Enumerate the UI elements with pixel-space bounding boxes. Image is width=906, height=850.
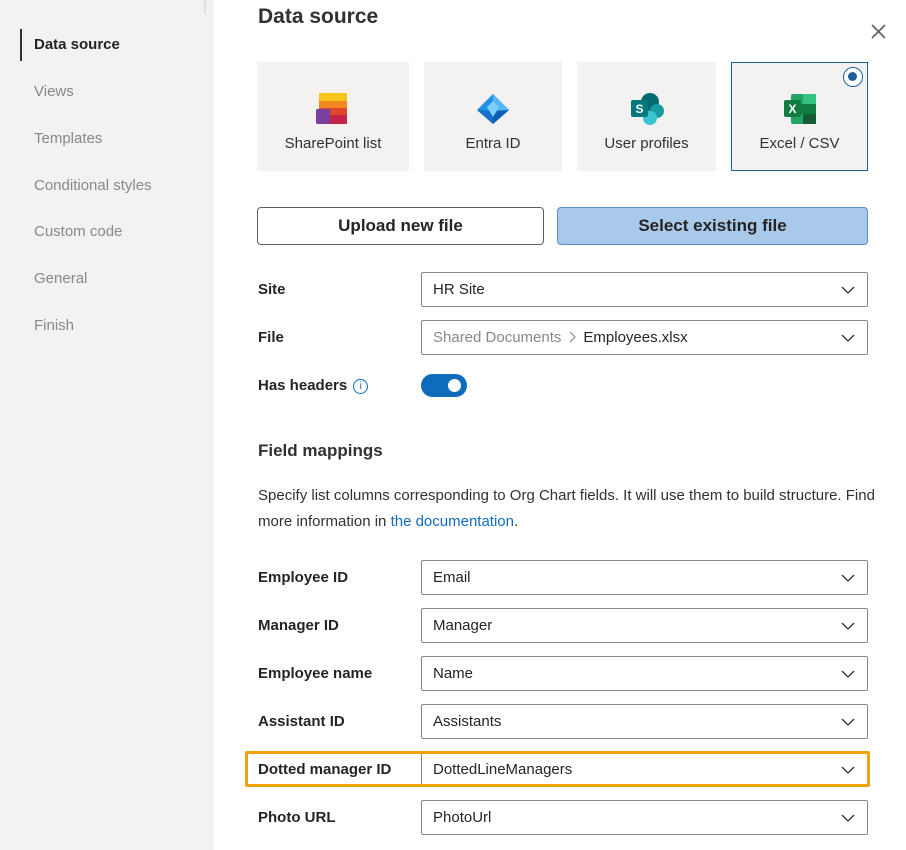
chevron-down-icon [841,670,855,678]
file-name: Employees.xlsx [583,329,688,346]
selected-radio[interactable] [843,67,863,87]
employee-id-label: Employee ID [258,569,349,586]
photo-url-dropdown[interactable]: PhotoUrl [421,800,868,835]
chevron-down-icon [841,814,855,822]
employee-name-dropdown[interactable]: Name [421,656,868,691]
sidebar-item-templates[interactable]: Templates [34,129,102,149]
sidebar: Data source Views Templates Conditional … [0,0,214,850]
chevron-down-icon [841,574,855,582]
sidebar-item-views[interactable]: Views [34,82,74,102]
assistant-id-value: Assistants [433,713,502,730]
documentation-link[interactable]: the documentation [391,513,514,530]
source-card-excel-csv[interactable]: X Excel / CSV [731,62,868,171]
source-label-entra-id: Entra ID [465,135,521,152]
employee-id-dropdown[interactable]: Email [421,560,868,595]
chevron-down-icon [841,766,855,774]
close-icon[interactable] [866,19,892,45]
excel-icon: X [783,94,816,124]
svg-text:X: X [788,102,796,116]
sidebar-item-data-source[interactable]: Data source [34,35,120,55]
employee-name-value: Name [433,665,474,682]
page-title: Data source [258,5,379,28]
site-dropdown[interactable]: HR Site [421,272,868,307]
manager-id-value: Manager [433,617,493,634]
file-label: File [258,329,284,346]
description-period: . [513,513,519,530]
site-label: Site [258,281,286,298]
photo-url-value: PhotoUrl [433,809,492,826]
source-label-excel-csv: Excel / CSV [759,135,840,152]
sidebar-edge [204,0,206,14]
has-headers-row: Has headers i [258,377,369,395]
source-label-user-profiles: User profiles [604,135,689,152]
chevron-down-icon [841,622,855,630]
chevron-down-icon [841,286,855,294]
assistant-id-label: Assistant ID [258,713,345,730]
assistant-id-dropdown[interactable]: Assistants [421,704,868,739]
dotted-manager-id-label: Dotted manager ID [258,761,392,778]
employee-name-label: Employee name [258,665,373,682]
has-headers-label: Has headers [258,377,348,394]
field-mappings-title: Field mappings [258,441,383,460]
sidebar-item-conditional-styles[interactable]: Conditional styles [34,176,152,196]
file-breadcrumb: Shared Documents Employees.xlsx [433,329,688,347]
sidebar-item-general[interactable]: General [34,269,87,289]
file-dropdown[interactable]: Shared Documents Employees.xlsx [421,320,868,355]
dotted-manager-id-dropdown[interactable]: DottedLineManagers [421,752,868,787]
toggle-knob [448,379,461,392]
entra-id-icon [477,94,509,124]
file-folder: Shared Documents [433,329,562,346]
sidebar-item-custom-code[interactable]: Custom code [34,222,122,242]
close-button[interactable] [866,19,892,45]
active-nav-indicator [20,29,22,61]
chevron-right-icon [569,331,577,343]
info-icon[interactable]: i [353,379,369,394]
has-headers-toggle[interactable] [421,374,467,397]
source-card-entra-id[interactable]: Entra ID [424,62,562,171]
site-value: HR Site [433,281,485,298]
chevron-down-icon [841,334,855,342]
description-text: Specify list columns corresponding to Or… [258,487,875,530]
source-card-sharepoint-list[interactable]: SharePoint list [257,62,409,171]
manager-id-dropdown[interactable]: Manager [421,608,868,643]
source-card-user-profiles[interactable]: S User profiles [577,62,716,171]
svg-text:S: S [635,102,643,116]
source-label-sharepoint-list: SharePoint list [284,135,382,152]
photo-url-label: Photo URL [258,809,336,826]
upload-new-file-button[interactable]: Upload new file [257,207,544,245]
sharepoint-icon: S [630,93,664,125]
manager-id-label: Manager ID [258,617,339,634]
field-mappings-description: Specify list columns corresponding to Or… [258,483,878,535]
sidebar-item-finish[interactable]: Finish [34,316,74,336]
employee-id-value: Email [433,569,471,586]
dotted-manager-id-value: DottedLineManagers [433,761,573,778]
sharepoint-list-icon [316,93,347,124]
chevron-down-icon [841,718,855,726]
select-existing-file-button[interactable]: Select existing file [557,207,868,245]
